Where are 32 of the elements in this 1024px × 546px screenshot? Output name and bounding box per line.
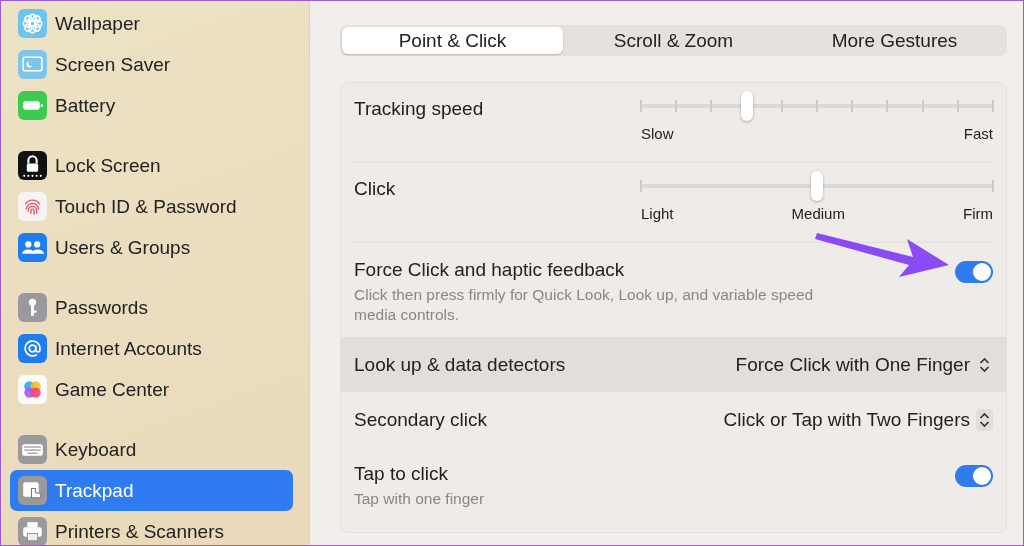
popup-button[interactable]: Force Click with One Finger xyxy=(735,353,993,376)
tab[interactable]: Scroll & Zoom xyxy=(563,27,784,54)
tab[interactable]: More Gestures xyxy=(784,27,1005,54)
sidebar-item[interactable]: Touch ID & Password xyxy=(10,186,293,227)
scale-label: Slow xyxy=(641,125,674,142)
sidebar-item[interactable]: Battery xyxy=(10,85,293,126)
sidebar-item[interactable]: Keyboard xyxy=(10,429,293,470)
sidebar-item[interactable]: Game Center xyxy=(10,369,293,410)
sidebar-item[interactable]: Internet Accounts xyxy=(10,328,293,369)
sidebar-item[interactable]: Users & Groups xyxy=(10,227,293,268)
sidebar-item[interactable]: Wallpaper xyxy=(10,3,293,44)
scale-label: Medium xyxy=(791,205,845,222)
setting-label: Tracking speed xyxy=(354,98,484,120)
settings-row[interactable]: Secondary click Click or Tap with Two Fingers xyxy=(341,392,1006,447)
sidebar-item[interactable]: Lock Screen xyxy=(10,145,293,186)
setting-description: Click then press firmly for Quick Look, Look up, and variable speed media controls. xyxy=(354,285,815,325)
sidebar-item[interactable]: Screen Saver xyxy=(10,44,293,85)
sidebar-item[interactable]: Trackpad xyxy=(10,470,293,511)
popup-button[interactable]: Click or Tap with Two Fingers xyxy=(723,408,993,431)
sidebar-item[interactable]: Passwords xyxy=(10,287,293,328)
sidebar-item[interactable]: Printers & Scanners xyxy=(10,511,293,545)
setting-label: Look up & data detectors xyxy=(354,353,566,376)
tab[interactable]: Point & Click xyxy=(342,27,563,54)
setting-label: Force Click and haptic feedback xyxy=(354,259,626,281)
settings-row[interactable]: Look up & data detectors Force Click with One Finger xyxy=(341,337,1006,392)
setting-label: Tap to click xyxy=(354,463,449,485)
setting-label: Click xyxy=(354,178,396,200)
scale-label: Light xyxy=(641,205,674,222)
scale-label: Fast xyxy=(963,125,993,142)
setting-description: Tap with one finger xyxy=(354,489,486,509)
setting-label: Secondary click xyxy=(354,408,488,431)
scale-label: Firm xyxy=(963,205,993,222)
